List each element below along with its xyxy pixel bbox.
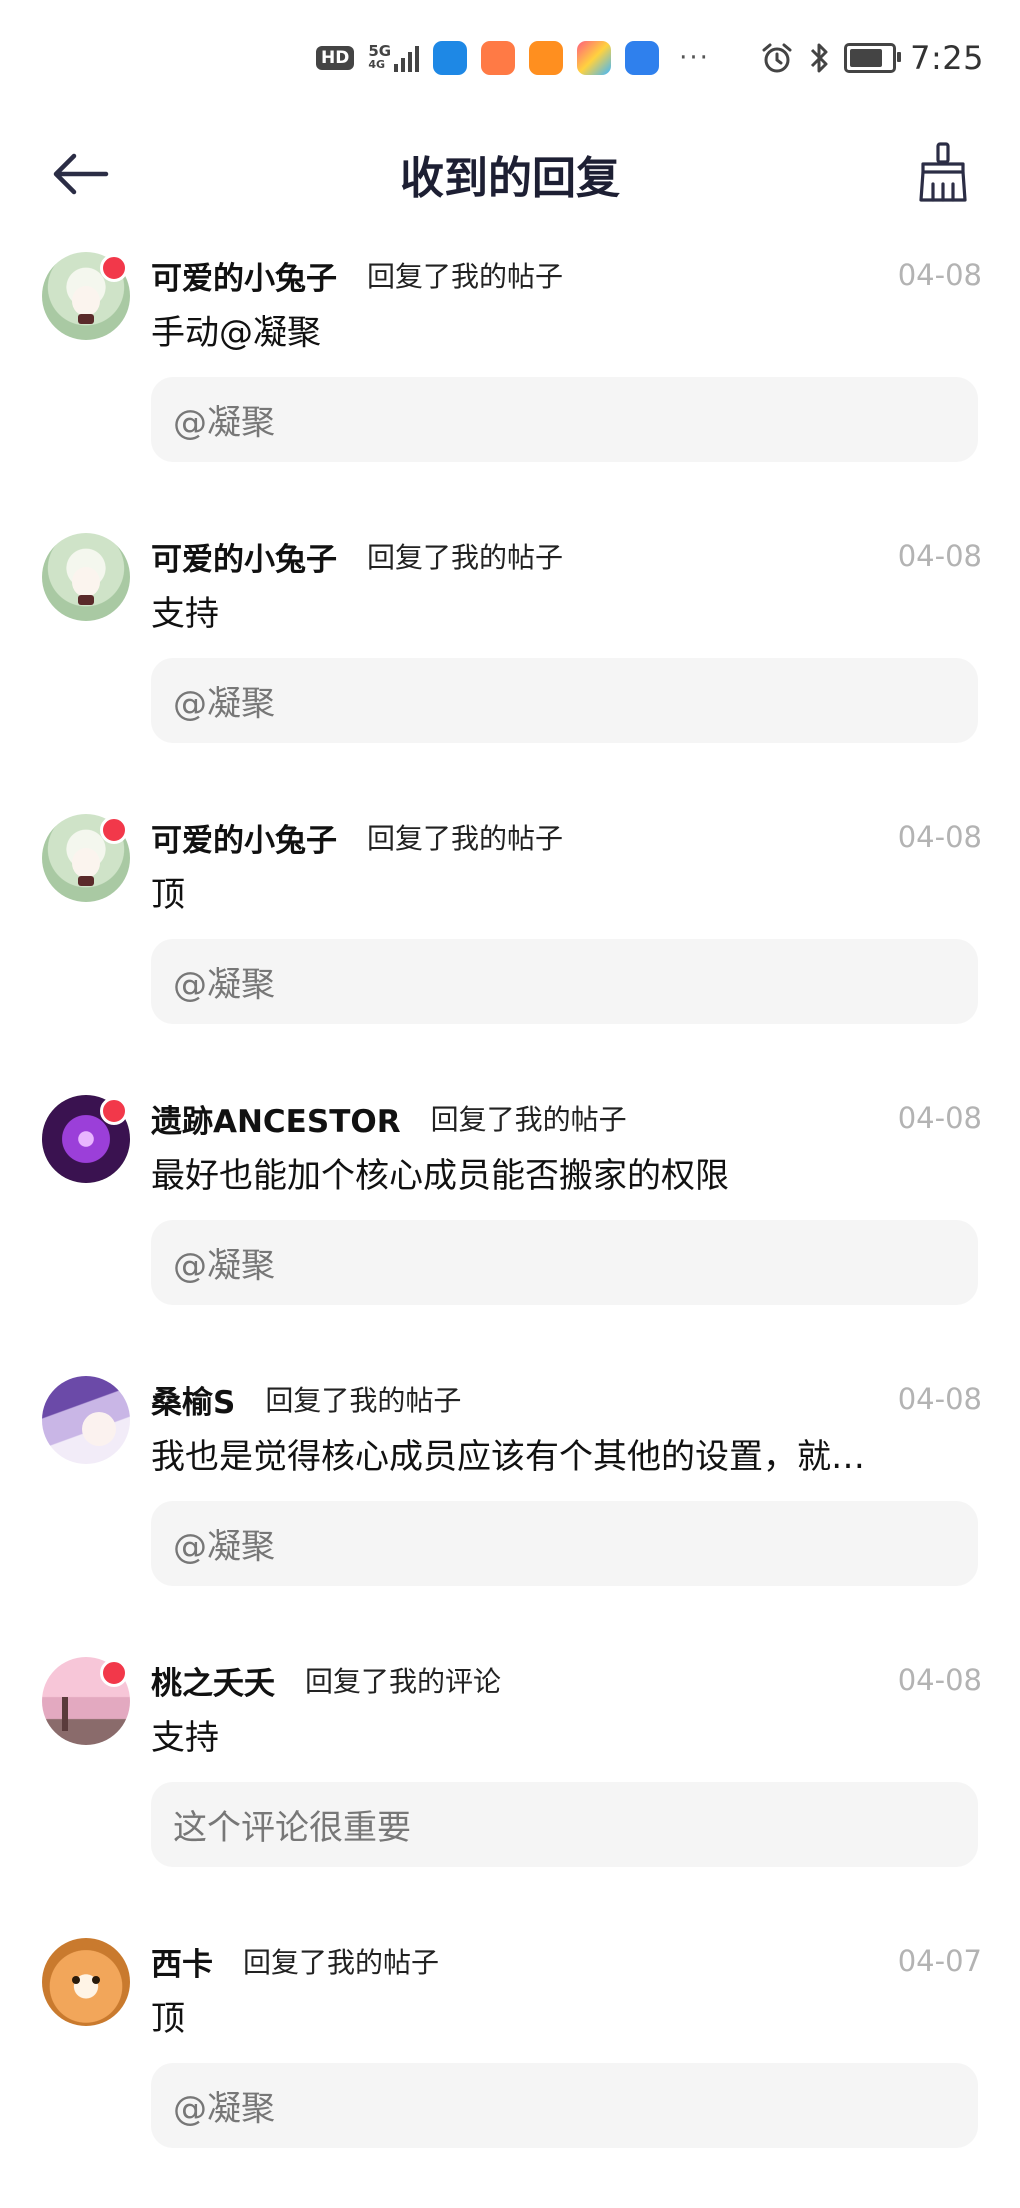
quoted-source[interactable]: @凝聚 [151,377,978,462]
nav-header: 收到的回复 [0,116,1020,232]
reply-item[interactable]: 可爱的小兔子 回复了我的帖子 04-08 顶 @凝聚 [0,794,1020,1075]
quoted-source[interactable]: @凝聚 [151,939,978,1024]
notification-app-icon [481,41,516,75]
reply-item[interactable]: 遗跡ANCESTOR 回复了我的帖子 04-08 最好也能加个核心成员能否搬家的… [0,1075,1020,1356]
reply-meta: 西卡 回复了我的帖子 04-07 [151,1934,982,1988]
avatar-wrap[interactable] [42,533,130,621]
status-time: 7:25 [910,39,984,77]
reply-date: 04-08 [897,258,982,292]
quoted-source[interactable]: 这个评论很重要 [151,1782,978,1867]
unread-dot [100,254,128,282]
bluetooth-icon [811,43,828,73]
reply-item[interactable]: 西卡 回复了我的帖子 04-07 顶 @凝聚 [0,1918,1020,2199]
quoted-source[interactable]: @凝聚 [151,658,978,743]
network-indicator: 5G 4G [368,42,420,72]
reply-action: 回复了我的帖子 [430,1103,627,1136]
reply-action: 回复了我的帖子 [243,1946,440,1979]
more-notifications-icon: ··· [679,43,710,73]
status-right: 7:25 [760,34,984,82]
user-name[interactable]: 遗跡ANCESTOR [151,1096,401,1141]
quoted-source[interactable]: @凝聚 [151,1501,978,1586]
cloud-icon [625,41,660,75]
reply-content[interactable]: 支持 [151,1715,982,1761]
reply-date: 04-08 [897,1663,982,1697]
reply-item[interactable]: 桃之夭夭 回复了我的评论 04-08 支持 这个评论很重要 [0,1637,1020,1918]
avatar-wrap[interactable] [42,1376,130,1464]
reply-date: 04-08 [897,539,982,573]
battery-icon [844,43,902,73]
reply-meta: 可爱的小兔子 回复了我的帖子 04-08 [151,810,982,864]
status-left: HD 5G 4G ··· [316,36,710,80]
avatar-wrap[interactable] [42,814,130,902]
reply-action: 回复了我的帖子 [367,541,564,574]
reply-list: 可爱的小兔子 回复了我的帖子 04-08 手动@凝聚 @凝聚 可爱的小兔子 回复… [0,232,1020,2199]
avatar-wrap[interactable] [42,252,130,340]
reply-action: 回复了我的帖子 [367,260,564,293]
notification-app-icon [577,41,612,75]
user-name[interactable]: 西卡 [151,1939,213,1984]
reply-content[interactable]: 顶 [151,872,982,918]
reply-date: 04-07 [897,1944,982,1978]
network-5g-label: 5G [368,42,392,60]
reply-date: 04-08 [897,1382,982,1416]
user-name[interactable]: 桃之夭夭 [151,1658,275,1703]
reply-date: 04-08 [897,820,982,854]
broom-icon [919,142,967,202]
reply-meta: 遗跡ANCESTOR 回复了我的帖子 04-08 [151,1091,982,1145]
avatar-wrap[interactable] [42,1938,130,2026]
reply-action: 回复了我的评论 [305,1665,502,1698]
status-bar: HD 5G 4G ··· 7:25 [0,0,1020,116]
replies-screen: HD 5G 4G ··· 7:25 收到的回复 可爱的小兔子 回复了我的帖子 0… [0,0,1020,2208]
avatar[interactable] [42,533,130,621]
hd-badge: HD [316,46,355,70]
clear-unread-button[interactable] [910,132,976,212]
unread-dot [100,816,128,844]
reply-meta: 桃之夭夭 回复了我的评论 04-08 [151,1653,982,1707]
reply-content[interactable]: 我也是觉得核心成员应该有个其他的设置，就… [151,1434,982,1480]
reply-item[interactable]: 可爱的小兔子 回复了我的帖子 04-08 手动@凝聚 @凝聚 [0,232,1020,513]
avatar[interactable] [42,1938,130,2026]
reply-item[interactable]: 可爱的小兔子 回复了我的帖子 04-08 支持 @凝聚 [0,513,1020,794]
notification-app-icon [433,41,468,75]
user-name[interactable]: 可爱的小兔子 [151,534,337,579]
reply-content[interactable]: 最好也能加个核心成员能否搬家的权限 [151,1153,982,1199]
reply-meta: 可爱的小兔子 回复了我的帖子 04-08 [151,248,982,302]
user-name[interactable]: 桑榆S [151,1377,235,1422]
quoted-source[interactable]: @凝聚 [151,2063,978,2148]
reply-content[interactable]: 顶 [151,1996,982,2042]
page-title: 收到的回复 [400,153,620,204]
reply-action: 回复了我的帖子 [367,822,564,855]
notification-app-icon [529,41,564,75]
user-name[interactable]: 可爱的小兔子 [151,815,337,860]
reply-action: 回复了我的帖子 [265,1384,462,1417]
unread-dot [100,1659,128,1687]
reply-content[interactable]: 支持 [151,591,982,637]
signal-icon [394,44,420,72]
reply-date: 04-08 [897,1101,982,1135]
reply-meta: 可爱的小兔子 回复了我的帖子 04-08 [151,529,982,583]
reply-meta: 桑榆S 回复了我的帖子 04-08 [151,1372,982,1426]
reply-content[interactable]: 手动@凝聚 [151,310,982,356]
avatar-wrap[interactable] [42,1095,130,1183]
quoted-source[interactable]: @凝聚 [151,1220,978,1305]
avatar-wrap[interactable] [42,1657,130,1745]
network-4g-label: 4G [368,58,386,71]
avatar[interactable] [42,1376,130,1464]
reply-item[interactable]: 桑榆S 回复了我的帖子 04-08 我也是觉得核心成员应该有个其他的设置，就… … [0,1356,1020,1637]
user-name[interactable]: 可爱的小兔子 [151,253,337,298]
alarm-icon [762,43,792,73]
unread-dot [100,1097,128,1125]
